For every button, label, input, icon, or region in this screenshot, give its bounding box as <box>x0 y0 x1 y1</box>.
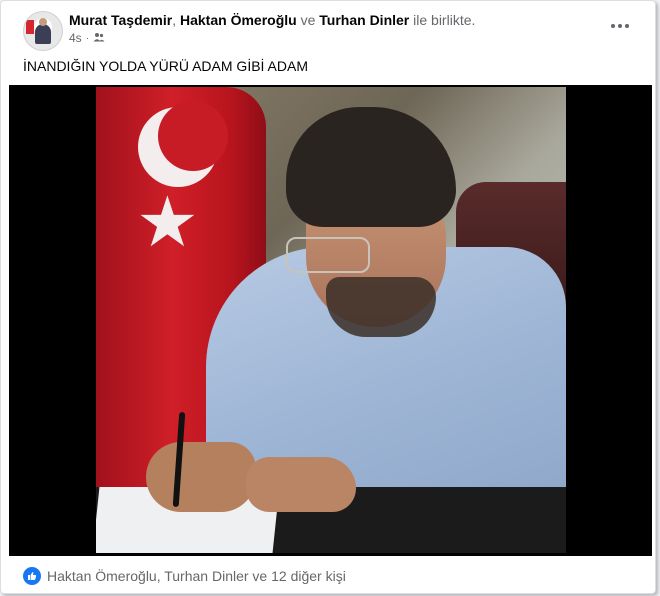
author-link-1[interactable]: Murat Taşdemir <box>69 12 172 28</box>
more-dot <box>618 24 622 28</box>
author-separator-1: , <box>172 12 180 28</box>
like-icon <box>23 567 41 585</box>
reactions-text: Haktan Ömeroğlu, Turhan Dinler ve 12 diğ… <box>47 568 346 584</box>
post-media[interactable]: ★ <box>9 85 652 556</box>
avatar-figure <box>35 24 51 44</box>
post-card: Murat Taşdemir, Haktan Ömeroğlu ve Turha… <box>0 0 656 594</box>
more-dot <box>625 24 629 28</box>
avatar-flag <box>26 20 34 34</box>
more-options-icon[interactable] <box>609 17 631 35</box>
with-suffix: ile birlikte. <box>409 12 476 28</box>
beard <box>326 277 436 337</box>
post-text: İNANDIĞIN YOLDA YÜRÜ ADAM GİBİ ADAM <box>23 58 308 74</box>
avatar[interactable] <box>23 11 63 51</box>
reactions-summary[interactable]: Haktan Ömeroğlu, Turhan Dinler ve 12 diğ… <box>23 567 346 585</box>
post-time[interactable]: 4s <box>69 31 82 45</box>
hair <box>286 107 456 227</box>
resting-hand <box>246 457 356 512</box>
post-photo[interactable]: ★ <box>96 87 566 553</box>
author-separator-2: ve <box>296 12 320 28</box>
post-header: Murat Taşdemir, Haktan Ömeroğlu ve Turha… <box>69 11 475 29</box>
post-meta: 4s · <box>69 31 105 45</box>
flag-crescent-cut <box>158 101 228 171</box>
more-dot <box>611 24 615 28</box>
flag-star-icon: ★ <box>136 183 199 261</box>
friends-icon[interactable] <box>93 31 105 45</box>
glasses <box>286 237 370 273</box>
meta-dot: · <box>85 32 90 44</box>
author-link-2[interactable]: Haktan Ömeroğlu <box>180 12 297 28</box>
avatar-head <box>39 18 47 26</box>
author-link-3[interactable]: Turhan Dinler <box>319 12 409 28</box>
writing-hand <box>146 442 256 512</box>
